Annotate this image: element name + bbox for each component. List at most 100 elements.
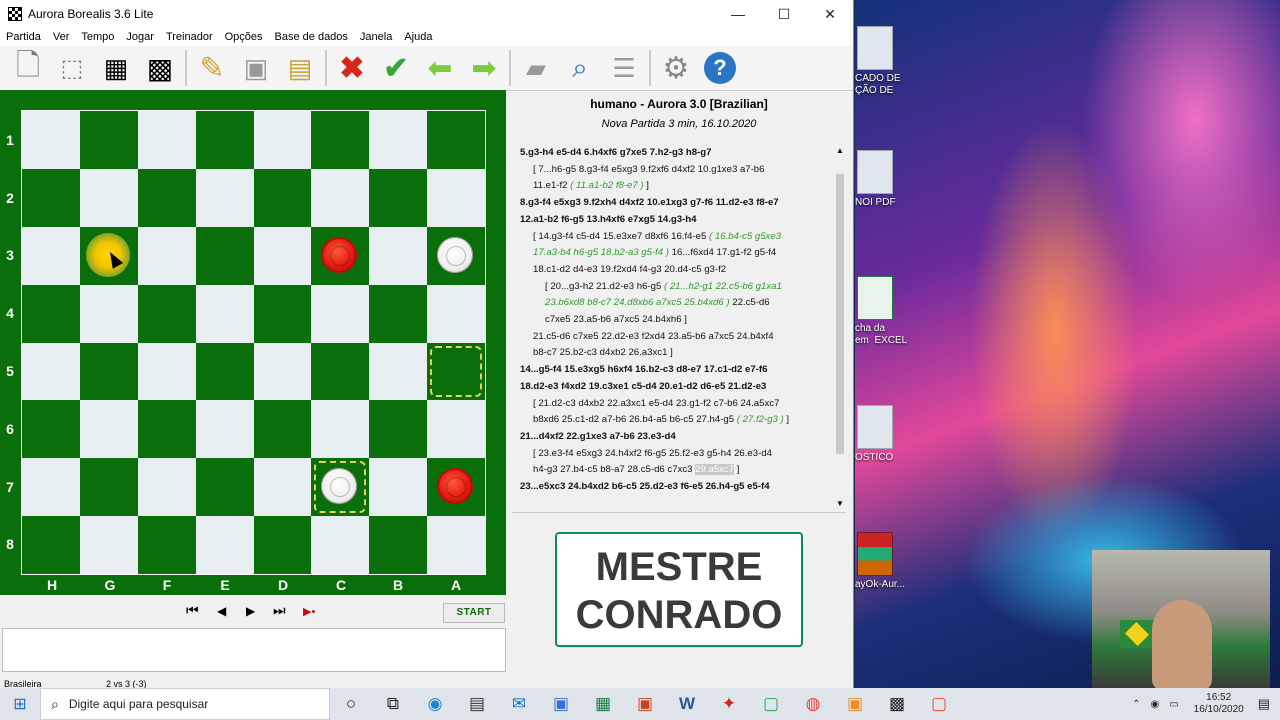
orange-app-icon[interactable]: ▣ (834, 688, 876, 720)
red-piece[interactable] (437, 468, 474, 505)
board-square[interactable] (427, 111, 485, 169)
variation-text[interactable]: ( 16.b4-c5 g5xe3 (709, 231, 781, 242)
board-square[interactable] (369, 226, 428, 285)
board-square[interactable] (253, 111, 312, 169)
menu-opcoes[interactable]: Opções (219, 31, 269, 43)
board-square[interactable] (22, 111, 80, 169)
board-square[interactable] (253, 516, 312, 574)
board-icon[interactable]: ▦ (94, 48, 138, 88)
board-square[interactable] (137, 342, 196, 401)
board-square[interactable] (195, 400, 254, 459)
notation-line[interactable]: 23.b6xd8 b8-c7 24.d8xb6 a7xc5 25.b4xd6 )… (520, 295, 830, 312)
notation-line[interactable]: [ 23.e3-f4 e5xg3 24.h4xf2 f6-g5 25.f2-e3… (520, 446, 830, 463)
notation-line[interactable]: b8xd6 25.c1-d2 a7-b6 26.b4-a5 b6-c5 27.h… (520, 412, 830, 429)
notation-line[interactable]: b8-c7 25.b2-c3 d4xb2 26.a3xc1 ] (520, 345, 830, 362)
notation-line[interactable]: h4-g3 27.b4-c5 b8-a7 28.c5-d6 c7xc3 29.a… (520, 462, 830, 479)
board-square[interactable] (369, 111, 428, 169)
board-square[interactable] (195, 168, 254, 227)
notation-line[interactable]: 21.c5-d6 c7xe5 22.d2-e3 f2xd4 23.a5-b6 a… (520, 329, 830, 346)
board-square[interactable] (253, 400, 312, 459)
camtasia-green-icon[interactable]: ▢ (750, 688, 792, 720)
last-move-button[interactable]: ⏭ (273, 602, 286, 619)
next-move-button[interactable]: ▶ (246, 604, 255, 618)
variation-text[interactable]: ( 11.a1-b2 f8-e7 ) (570, 180, 643, 191)
board-square[interactable] (137, 111, 196, 169)
play-to-end-button[interactable]: ▶• (303, 605, 315, 618)
network-icon[interactable]: ◉ (1150, 699, 1159, 710)
camtasia-red-icon[interactable]: ▢ (918, 688, 960, 720)
menu-treinador[interactable]: Treinador (160, 31, 219, 43)
scroll-down-icon[interactable]: ▼ (834, 499, 846, 508)
maximize-button[interactable]: ☐ (761, 0, 807, 28)
board-square[interactable] (195, 284, 254, 343)
variation-text[interactable]: 23.b6xd8 b8-c7 24.d8xb6 a7xc5 25.b4xd6 ) (545, 297, 730, 308)
board-square[interactable] (369, 516, 428, 574)
cortana-icon[interactable]: ○ (330, 688, 372, 720)
move-list[interactable]: 5.g3-h4 e5-d4 6.h4xf6 g7xe5 7.h2-g3 h8-g… (520, 145, 830, 496)
cancel-icon[interactable]: ✖ (330, 48, 374, 88)
scroll-thumb[interactable] (836, 174, 844, 454)
board-square[interactable] (137, 226, 196, 285)
notation-line[interactable]: 23...e5xc3 24.b4xd2 b6-c5 25.d2-e3 f6-e5… (520, 479, 830, 496)
board-square[interactable] (311, 458, 370, 517)
database-icon[interactable]: ☰ (602, 48, 646, 88)
book-icon[interactable]: ▰ (514, 48, 558, 88)
board-square[interactable] (311, 516, 370, 574)
task-view-icon[interactable]: ⧉ (372, 688, 414, 720)
board-square[interactable] (369, 400, 428, 459)
edge-icon[interactable]: ◉ (414, 688, 456, 720)
setup-position-icon[interactable]: ⬚ (50, 48, 94, 88)
variation-text[interactable]: 17.a3-b4 h6-g5 18.b2-a3 g5-f4 ) (533, 247, 669, 258)
tray-chevron-icon[interactable]: ⌃ (1132, 699, 1140, 710)
edit-icon[interactable]: ✎ (190, 48, 234, 88)
board-square[interactable] (427, 516, 485, 574)
board-square[interactable] (253, 168, 312, 227)
variation-text[interactable]: ( 27.f2-g3 ) (737, 414, 784, 425)
notation-line[interactable]: 8.g3-f4 e5xg3 9.f2xh4 d4xf2 10.e1xg3 g7-… (520, 195, 830, 212)
checkers-icon[interactable]: ▩ (876, 688, 918, 720)
notation-line[interactable]: [ 20...g3-h2 21.d2-e3 h6-g5 ( 21...h2-g1… (520, 279, 830, 296)
menu-tempo[interactable]: Tempo (75, 31, 120, 43)
board-square[interactable] (22, 284, 80, 343)
new-game-icon[interactable]: 🗋 (6, 48, 50, 88)
desktop-icon-doc-2[interactable]: OSTICO (855, 405, 905, 464)
board-square[interactable] (311, 226, 370, 285)
menu-jogar[interactable]: Jogar (120, 31, 160, 43)
save-as-icon[interactable]: ▤ (278, 48, 322, 88)
board-square[interactable] (79, 516, 138, 574)
filezilla-icon[interactable]: ✦ (708, 688, 750, 720)
board-square[interactable] (137, 400, 196, 459)
menu-partida[interactable]: Partida (0, 31, 47, 43)
current-move-highlight[interactable]: 29.a5xc7 (695, 464, 735, 476)
checkers-board[interactable] (21, 110, 486, 575)
board-square[interactable] (311, 284, 370, 343)
start-button[interactable]: START (443, 603, 505, 623)
powerpoint-icon[interactable]: ▣ (624, 688, 666, 720)
desktop-icon-doc[interactable]: CADO DE ÇÃO DE (855, 26, 905, 97)
store-icon[interactable]: ▤ (456, 688, 498, 720)
board-square[interactable] (369, 342, 428, 401)
search-icon[interactable]: ⌕ (558, 48, 602, 88)
board-square[interactable] (311, 400, 370, 459)
notation-scrollbar[interactable]: ▲ ▼ (834, 146, 846, 508)
desktop-icon-pdf[interactable]: NOI PDF (855, 150, 905, 209)
help-icon[interactable]: ? (698, 48, 742, 88)
board-square[interactable] (195, 226, 254, 285)
desktop-icon-rar[interactable]: ayOk-Aur... (855, 532, 905, 591)
excel-icon[interactable]: ▦ (582, 688, 624, 720)
board-square[interactable] (253, 458, 312, 517)
notation-line[interactable]: 12.a1-b2 f6-g5 13.h4xf6 e7xg5 14.g3-h4 (520, 212, 830, 229)
board-square[interactable] (22, 226, 80, 285)
board-square[interactable] (369, 284, 428, 343)
board-square[interactable] (22, 458, 80, 517)
board-square[interactable] (253, 284, 312, 343)
windows-start-icon[interactable]: ⊞ (0, 688, 40, 720)
notation-line[interactable]: c7xe5 23.a5-b6 a7xc5 24.b4xh6 ] (520, 312, 830, 329)
photos-icon[interactable]: ▣ (540, 688, 582, 720)
notation-line[interactable]: 18.c1-d2 d4-e3 19.f2xd4 f4-g3 20.d4-c5 g… (520, 262, 830, 279)
back-icon[interactable]: ⬅ (418, 48, 462, 88)
board-square[interactable] (22, 168, 80, 227)
board-square[interactable] (253, 342, 312, 401)
save-icon[interactable]: ▣ (234, 48, 278, 88)
desktop-icon-excel[interactable]: cha da em EXCEL (855, 276, 907, 347)
